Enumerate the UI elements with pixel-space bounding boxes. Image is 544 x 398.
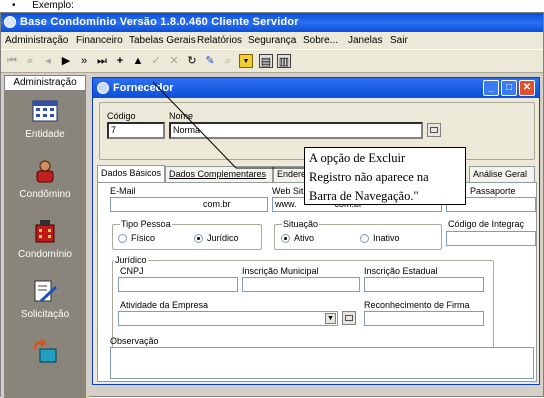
lookup-button[interactable] — [427, 123, 441, 137]
radio-inativo[interactable] — [360, 234, 369, 243]
atividade-select[interactable]: ▼ — [118, 311, 338, 326]
grid-icon — [430, 127, 438, 133]
atividade-lookup-button[interactable] — [342, 311, 356, 325]
menu-financeiro[interactable]: Financeiro — [76, 35, 123, 46]
tab-panel-dados-basicos: E-Mail com.br Web Sit www.com.br Passapo… — [97, 182, 537, 382]
cnpj-field[interactable] — [118, 277, 238, 292]
sidebar-item-condomino[interactable]: Condômino — [4, 189, 86, 200]
codigo-field[interactable]: 7 — [107, 122, 165, 139]
callout-line-2: Registro não aparece na — [309, 170, 429, 184]
sidebar-item-solicitacao[interactable]: Solicitação — [4, 309, 86, 320]
title-bar: Base Condomínio Versão 1.8.0.460 Cliente… — [1, 13, 543, 32]
menu-bar: Administração Financeiro Tabelas Gerais … — [1, 32, 543, 49]
reconhecimento-field[interactable] — [364, 311, 484, 326]
caption-text: Exemplo: — [32, 0, 74, 11]
tab-analise-geral[interactable]: Análise Geral — [469, 166, 535, 182]
website-label: Web Sit — [272, 186, 304, 196]
tab-dados-complementares[interactable]: Dados Complementares — [165, 166, 273, 182]
menu-sobre[interactable]: Sobre... — [303, 35, 338, 46]
fisico-label: Físico — [131, 233, 156, 243]
fornecedor-title-bar: Fornecedor _ □ ✕ — [93, 78, 539, 98]
box-arrow-icon[interactable] — [32, 339, 58, 363]
maximize-button[interactable]: □ — [501, 80, 517, 96]
menu-relatorios[interactable]: Relatórios — [197, 35, 242, 46]
website-prefix: www. — [275, 199, 297, 209]
print-icon[interactable]: ▤ — [259, 54, 273, 68]
callout-line-3: Barra de Navegação." — [309, 189, 419, 203]
report-icon[interactable]: ▥ — [277, 54, 291, 68]
search-icon[interactable]: ⌕ — [221, 54, 235, 68]
email-field[interactable]: com.br — [110, 197, 268, 212]
observacao-field[interactable] — [110, 347, 534, 379]
sidebar: Administração Entidade Condômino Condomí… — [1, 73, 89, 398]
tipo-pessoa-label: Tipo Pessoa — [120, 219, 172, 229]
prior-page-icon[interactable]: « — [23, 54, 37, 68]
nome-field[interactable]: Norma — [169, 122, 423, 139]
menu-seguranca[interactable]: Segurança — [248, 35, 296, 46]
refresh-icon[interactable]: ↻ — [185, 54, 199, 68]
nome-label: Nome — [169, 111, 194, 121]
inscricao-municipal-label: Inscrição Municipal — [242, 266, 319, 276]
juridico-label: Jurídico — [114, 255, 148, 265]
last-record-icon[interactable]: ⏭ — [95, 54, 109, 68]
inscricao-municipal-field[interactable] — [242, 277, 360, 292]
inativo-label: Inativo — [373, 233, 400, 243]
annotation-callout: A opção de Excluir Registro não aparece … — [304, 147, 466, 205]
sidebar-item-entidade[interactable]: Entidade — [4, 129, 86, 140]
radio-juridico[interactable] — [194, 234, 203, 243]
post-record-icon[interactable]: ✓ — [149, 54, 163, 68]
insert-record-icon[interactable]: + — [113, 54, 127, 68]
callout-line-1: A opção de Excluir — [309, 151, 406, 165]
edit-record-icon[interactable]: ▲ — [131, 54, 145, 68]
edit-pen-icon[interactable]: ✎ — [203, 54, 217, 68]
chevron-down-icon[interactable]: ▼ — [325, 313, 336, 324]
next-record-icon[interactable]: ▶ — [59, 54, 73, 68]
juridico-option-label: Jurídico — [207, 233, 239, 243]
radio-fisico[interactable] — [118, 234, 127, 243]
caption-bullet: • — [12, 0, 16, 11]
email-label: E-Mail — [110, 186, 136, 196]
sidebar-item-condominio[interactable]: Condomínio — [4, 249, 86, 260]
radio-ativo[interactable] — [281, 234, 290, 243]
cnpj-label: CNPJ — [120, 266, 144, 276]
sidebar-panel: Entidade Condômino Condomínio Solicitaçã… — [4, 91, 86, 398]
person-icon[interactable] — [32, 159, 58, 183]
menu-sair[interactable]: Sair — [390, 35, 408, 46]
prior-record-icon[interactable]: ◂ — [41, 54, 55, 68]
filter-icon[interactable]: ▼ — [239, 54, 253, 68]
atividade-label: Atividade da Empresa — [120, 300, 209, 310]
inscricao-estadual-label: Inscrição Estadual — [364, 266, 438, 276]
menu-janelas[interactable]: Janelas — [348, 35, 382, 46]
window-icon — [97, 82, 109, 94]
document-pen-icon[interactable] — [32, 279, 58, 303]
window-title: Base Condomínio Versão 1.8.0.460 Cliente… — [20, 16, 299, 28]
sidebar-tab-administracao[interactable]: Administração — [4, 75, 86, 91]
close-button[interactable]: ✕ — [519, 80, 535, 96]
app-icon — [4, 16, 16, 28]
first-record-icon[interactable]: ⏮ — [5, 54, 19, 68]
navigation-toolbar: ⏮ « ◂ ▶ » ⏭ + ▲ ✓ ✕ ↻ ✎ ⌕ ▼ ▤ ▥ — [1, 49, 543, 73]
codigo-integracao-field[interactable] — [446, 231, 536, 246]
fornecedor-title: Fornecedor — [113, 82, 174, 94]
menu-administracao[interactable]: Administração — [5, 35, 68, 46]
ativo-label: Ativo — [294, 233, 315, 243]
building-icon[interactable] — [32, 219, 58, 243]
fornecedor-window: Fornecedor _ □ ✕ Código 7 Nome Norma Dad… — [92, 77, 540, 385]
caption: • Exemplo: — [12, 0, 74, 11]
menu-tabelas-gerais[interactable]: Tabelas Gerais — [129, 35, 196, 46]
calendar-grid-icon[interactable] — [32, 99, 58, 123]
minimize-button[interactable]: _ — [483, 80, 499, 96]
situacao-label: Situação — [282, 219, 320, 229]
passaporte-label: Passaporte — [470, 186, 516, 196]
codigo-integracao-label: Código de Integraç — [448, 219, 525, 229]
reconhecimento-label: Reconhecimento de Firma — [364, 300, 470, 310]
codigo-label: Código — [107, 111, 136, 121]
next-page-icon[interactable]: » — [77, 54, 91, 68]
tab-dados-basicos[interactable]: Dados Básicos — [97, 165, 165, 183]
inscricao-estadual-field[interactable] — [364, 277, 484, 292]
observacao-label: Observação — [110, 336, 159, 346]
grid-icon — [345, 315, 353, 321]
cancel-record-icon[interactable]: ✕ — [167, 54, 181, 68]
